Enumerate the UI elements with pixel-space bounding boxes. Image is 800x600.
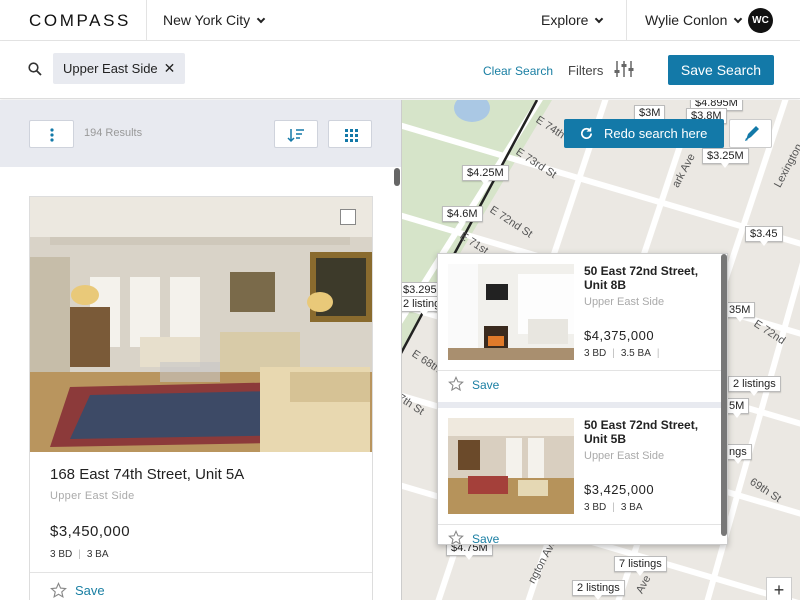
save-button[interactable]: Save	[472, 532, 499, 544]
search-bar: Upper East Side ✕ Clear Search Filters Sa…	[0, 41, 800, 99]
search-icon[interactable]	[28, 62, 42, 76]
listing-price: $3,450,000	[50, 523, 131, 540]
zoom-in-button[interactable]: +	[766, 577, 792, 600]
divider: |	[78, 549, 81, 560]
popup-listing[interactable]: 50 East 72nd Street, Unit 5B Upper East …	[438, 408, 721, 545]
listing-address[interactable]: 168 East 74th Street, Unit 5A	[50, 466, 244, 483]
listing-photo[interactable]	[448, 264, 574, 360]
explore-label: Explore	[541, 12, 589, 28]
draw-button[interactable]	[729, 119, 772, 148]
sliders-icon[interactable]	[613, 59, 635, 79]
divider	[30, 572, 372, 573]
filters-button[interactable]: Filters	[568, 63, 603, 78]
listing-details: 3 BD | 3 BA	[50, 549, 109, 560]
select-checkbox[interactable]	[340, 209, 356, 225]
kitchen-photo	[448, 264, 574, 360]
divider: |	[612, 502, 615, 513]
map-pin[interactable]: $3.25M	[702, 148, 749, 168]
more-options-button[interactable]	[29, 120, 74, 148]
map-pin[interactable]: 2 listings	[728, 376, 781, 396]
map-pin[interactable]: $4.25M	[462, 165, 509, 185]
listing-beds: 3 BD	[584, 348, 607, 359]
search-chip-label: Upper East Side	[63, 61, 158, 76]
listing-photo[interactable]	[30, 197, 372, 452]
popup-listing[interactable]: 50 East 72nd Street, Unit 8B Upper East …	[438, 254, 721, 408]
city-selector[interactable]: New York City	[163, 12, 266, 28]
redo-search-button[interactable]: Redo search here	[564, 119, 724, 148]
grid-view-button[interactable]	[328, 120, 372, 148]
user-menu[interactable]: Wylie Conlon	[645, 12, 743, 28]
results-panel: 194 Results 168 East 74th Street, Unit 5…	[0, 100, 402, 600]
save-search-button[interactable]: Save Search	[668, 55, 774, 85]
divider	[146, 0, 147, 41]
divider	[438, 370, 721, 371]
listing-beds: 3 BD	[584, 502, 607, 513]
living-room-photo	[30, 197, 372, 452]
sort-button[interactable]	[274, 120, 318, 148]
chevron-down-icon	[256, 14, 266, 24]
user-name: Wylie Conlon	[645, 12, 728, 28]
sort-icon	[287, 129, 304, 143]
city-label: New York City	[163, 12, 251, 28]
map-pin[interactable]: ngs	[724, 444, 752, 464]
results-count: 194 Results	[84, 127, 143, 139]
listing-beds: 3 BD	[50, 549, 73, 560]
listing-photo[interactable]	[448, 418, 574, 514]
close-icon[interactable]: ✕	[164, 60, 176, 76]
kebab-icon	[50, 128, 54, 142]
listing-baths: 3.5 BA	[620, 348, 651, 359]
clear-search-link[interactable]: Clear Search	[483, 64, 553, 78]
listing-neighborhood: Upper East Side	[584, 450, 665, 462]
refresh-icon	[581, 126, 593, 139]
listing-details: 3 BD | 3 BA	[584, 502, 643, 513]
map-pin[interactable]: $4.6M	[442, 206, 483, 226]
search-chip[interactable]: Upper East Side ✕	[53, 53, 186, 84]
pencil-icon	[745, 126, 759, 141]
listing-details: 3 BD | 3.5 BA |	[584, 348, 665, 359]
results-toolbar: 194 Results	[0, 100, 401, 167]
map-pin[interactable]: 35M	[724, 302, 756, 322]
explore-menu[interactable]: Explore	[541, 12, 604, 28]
listing-card[interactable]: 168 East 74th Street, Unit 5A Upper East…	[29, 196, 373, 600]
divider	[626, 0, 627, 41]
star-icon[interactable]	[50, 582, 67, 599]
listing-address[interactable]: 50 East 72nd Street, Unit 5B	[584, 418, 714, 446]
listing-price: $4,375,000	[584, 328, 655, 343]
map-pin[interactable]: 2 listings	[572, 580, 625, 600]
divider	[438, 524, 721, 525]
listing-address[interactable]: 50 East 72nd Street, Unit 8B	[584, 264, 714, 292]
avatar[interactable]: WC	[748, 8, 773, 33]
listing-baths: 3 BA	[620, 502, 643, 513]
star-icon[interactable]	[448, 376, 464, 392]
living-room-photo	[448, 418, 574, 514]
scrollbar[interactable]	[721, 254, 727, 536]
map-pin[interactable]: $3.45	[745, 226, 783, 246]
map-listing-popup: 50 East 72nd Street, Unit 8B Upper East …	[437, 253, 728, 545]
save-button[interactable]: Save	[472, 378, 499, 392]
chevron-down-icon	[595, 14, 604, 24]
divider: |	[656, 348, 660, 359]
redo-search-label: Redo search here	[604, 126, 708, 141]
chevron-down-icon	[734, 14, 743, 24]
map-pin[interactable]: 7 listings	[614, 556, 667, 576]
save-button[interactable]: Save	[75, 583, 105, 598]
listing-neighborhood: Upper East Side	[50, 490, 135, 502]
scrollbar[interactable]	[394, 168, 400, 186]
divider: |	[612, 348, 615, 359]
listing-price: $3,425,000	[584, 482, 655, 497]
grid-icon	[345, 129, 358, 142]
top-nav: COMPASS New York City Explore Wylie Conl…	[0, 0, 800, 41]
listing-neighborhood: Upper East Side	[584, 296, 665, 308]
listing-baths: 3 BA	[86, 549, 109, 560]
compass-logo[interactable]: COMPASS	[29, 11, 131, 31]
star-icon[interactable]	[448, 530, 464, 545]
